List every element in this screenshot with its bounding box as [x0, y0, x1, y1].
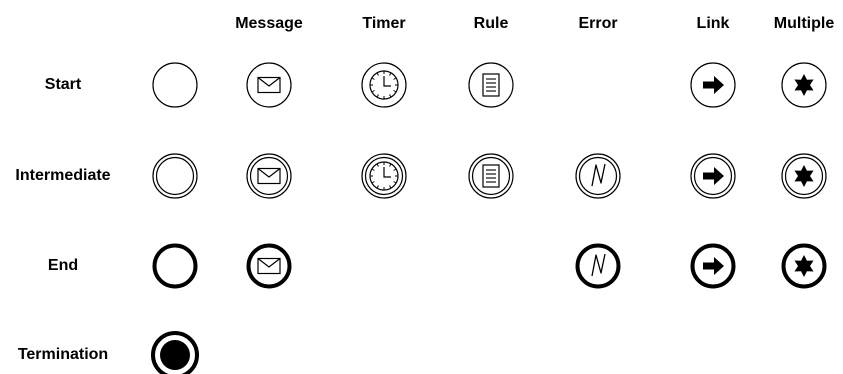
intermediate-none-event-icon	[152, 153, 198, 199]
event-symbol-grid	[151, 62, 827, 374]
end-error-event-icon	[575, 243, 621, 289]
start-message-event-icon	[246, 62, 292, 108]
start-multiple-event-icon	[781, 62, 827, 108]
end-none-event-icon	[152, 243, 198, 289]
intermediate-link-event-icon	[690, 153, 736, 199]
start-rule-event-icon	[468, 62, 514, 108]
end-message-event-icon	[246, 243, 292, 289]
start-timer-event-icon	[361, 62, 407, 108]
intermediate-rule-event-icon	[468, 153, 514, 199]
intermediate-error-event-icon	[575, 153, 621, 199]
end-link-event-icon	[690, 243, 736, 289]
end-multiple-event-icon	[781, 243, 827, 289]
start-none-event-icon	[152, 62, 198, 108]
start-link-event-icon	[690, 62, 736, 108]
intermediate-message-event-icon	[246, 153, 292, 199]
termination-none-event-icon	[151, 331, 199, 374]
intermediate-multiple-event-icon	[781, 153, 827, 199]
intermediate-timer-event-icon	[361, 153, 407, 199]
